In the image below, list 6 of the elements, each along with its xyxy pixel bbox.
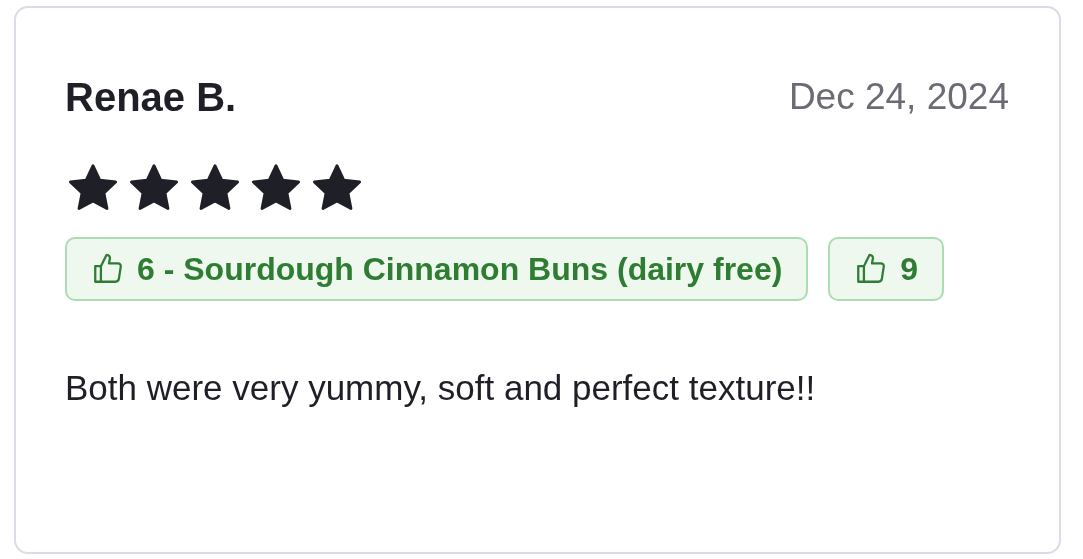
reviewer-name: Renae B. [65, 74, 237, 121]
review-text: Both were very yummy, soft and perfect texture!! [65, 367, 817, 409]
product-tag: 9 [828, 237, 945, 301]
review-date: Dec 24, 2024 [788, 75, 1009, 120]
thumbs-up-icon [91, 252, 125, 286]
product-tag: 6 - Sourdough Cinnamon Buns (dairy free) [65, 237, 809, 301]
